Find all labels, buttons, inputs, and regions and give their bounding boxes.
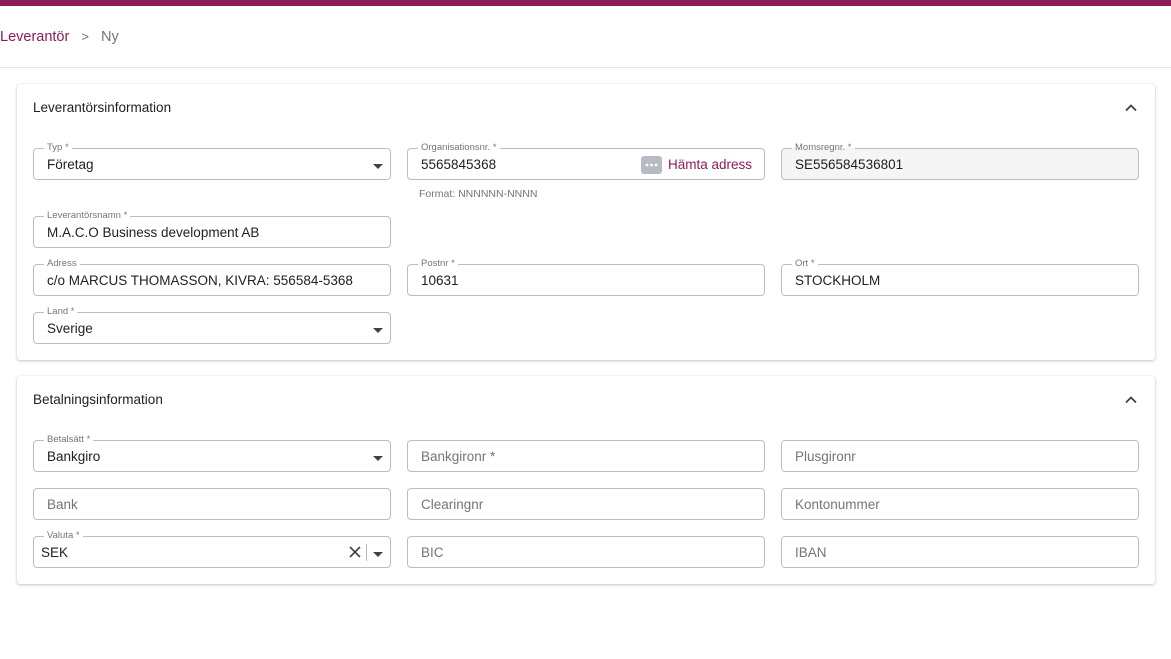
chevron-down-icon [372,159,384,171]
plusgiro-input[interactable]: Plusgironr [781,440,1139,472]
vat-number-input: Momsregnr. * SE556584536801 [781,142,1139,180]
breadcrumb-separator: > [81,29,89,44]
bankgiro-input[interactable]: Bankgironr * [407,440,765,472]
supplier-name-value: M.A.C.O Business development AB [47,225,260,240]
chevron-down-icon [372,323,384,335]
org-number-input[interactable]: Organisationsnr. * 5565845368 Hämta adre… [407,142,765,180]
payment-method-value: Bankgiro [47,449,101,464]
payment-info-card: Betalningsinformation Betalsätt * Bankgi… [17,376,1155,584]
payment-method-select[interactable]: Betalsätt * Bankgiro [33,434,391,472]
address-label: Adress [44,258,80,269]
bic-placeholder: BIC [421,545,444,560]
supplier-name-input[interactable]: Leverantörsnamn * M.A.C.O Business devel… [33,210,391,248]
select-divider [366,544,367,561]
org-number-label: Organisationsnr. * [418,142,500,153]
type-label: Typ * [44,142,72,153]
chevron-down-icon [372,451,384,463]
address-value: c/o MARCUS THOMASSON, KIVRA: 556584-5368 [47,273,353,288]
fetch-address-label: Hämta adress [667,157,752,172]
payment-info-title: Betalningsinformation [33,392,163,407]
city-label: Ort * [792,258,818,269]
currency-select[interactable]: Valuta * SEK [33,530,391,568]
brand-top-bar [0,0,1171,6]
city-value: STOCKHOLM [795,273,881,288]
org-number-hint: Format: NNNNNN-NNNN [419,188,538,200]
plusgiro-placeholder: Plusgironr [795,449,856,464]
vat-number-label: Momsregnr. * [792,142,855,153]
supplier-info-title: Leverantörsinformation [33,100,172,115]
address-input[interactable]: Adress c/o MARCUS THOMASSON, KIVRA: 5565… [33,258,391,296]
bic-input[interactable]: BIC [407,536,765,568]
fetch-address-button[interactable]: Hämta adress [640,154,752,176]
clearing-placeholder: Clearingnr [421,497,484,512]
clearing-input[interactable]: Clearingnr [407,488,765,520]
header-divider [0,67,1171,68]
bank-input[interactable]: Bank [33,488,391,520]
country-label: Land * [44,306,78,317]
postal-code-label: Postnr * [418,258,458,269]
postal-code-input[interactable]: Postnr * 10631 [407,258,765,296]
bankgiro-placeholder: Bankgironr * [421,449,496,464]
vat-number-value: SE556584536801 [795,157,904,172]
iban-placeholder: IBAN [795,545,827,560]
currency-value: SEK [41,545,69,560]
postal-code-value: 10631 [421,273,459,288]
breadcrumb: Leverantör > Ny [0,28,119,46]
account-number-input[interactable]: Kontonummer [781,488,1139,520]
org-number-value: 5565845368 [421,157,497,172]
close-icon[interactable] [348,545,362,559]
payment-method-label: Betalsätt * [44,434,94,445]
type-value: Företag [47,157,94,172]
chevron-down-icon[interactable] [372,547,384,559]
chevron-up-icon[interactable] [1123,392,1139,408]
breadcrumb-current: Ny [100,29,119,45]
country-value: Sverige [47,321,93,336]
iban-input[interactable]: IBAN [781,536,1139,568]
more-dots-icon [640,156,662,174]
supplier-info-card: Leverantörsinformation Typ * Företag Org… [17,84,1155,360]
breadcrumb-link-supplier[interactable]: Leverantör [0,29,69,45]
city-input[interactable]: Ort * STOCKHOLM [781,258,1139,296]
chevron-up-icon[interactable] [1123,100,1139,116]
type-select[interactable]: Typ * Företag [33,142,391,180]
account-number-placeholder: Kontonummer [795,497,880,512]
supplier-name-label: Leverantörsnamn * [44,210,131,221]
country-select[interactable]: Land * Sverige [33,306,391,344]
bank-placeholder: Bank [47,497,78,512]
currency-label: Valuta * [44,530,83,541]
